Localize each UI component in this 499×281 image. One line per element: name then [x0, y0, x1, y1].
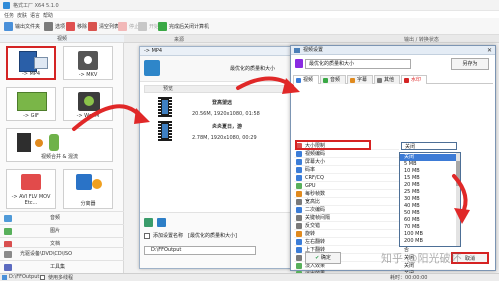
arrowhead — [454, 208, 470, 224]
arrowhead — [134, 108, 150, 124]
watermark-text: 知乎 @阳光破坏 — [381, 252, 462, 265]
arrow-to-mp4-dialog — [72, 104, 144, 131]
annotation-arrows — [72, 76, 470, 224]
